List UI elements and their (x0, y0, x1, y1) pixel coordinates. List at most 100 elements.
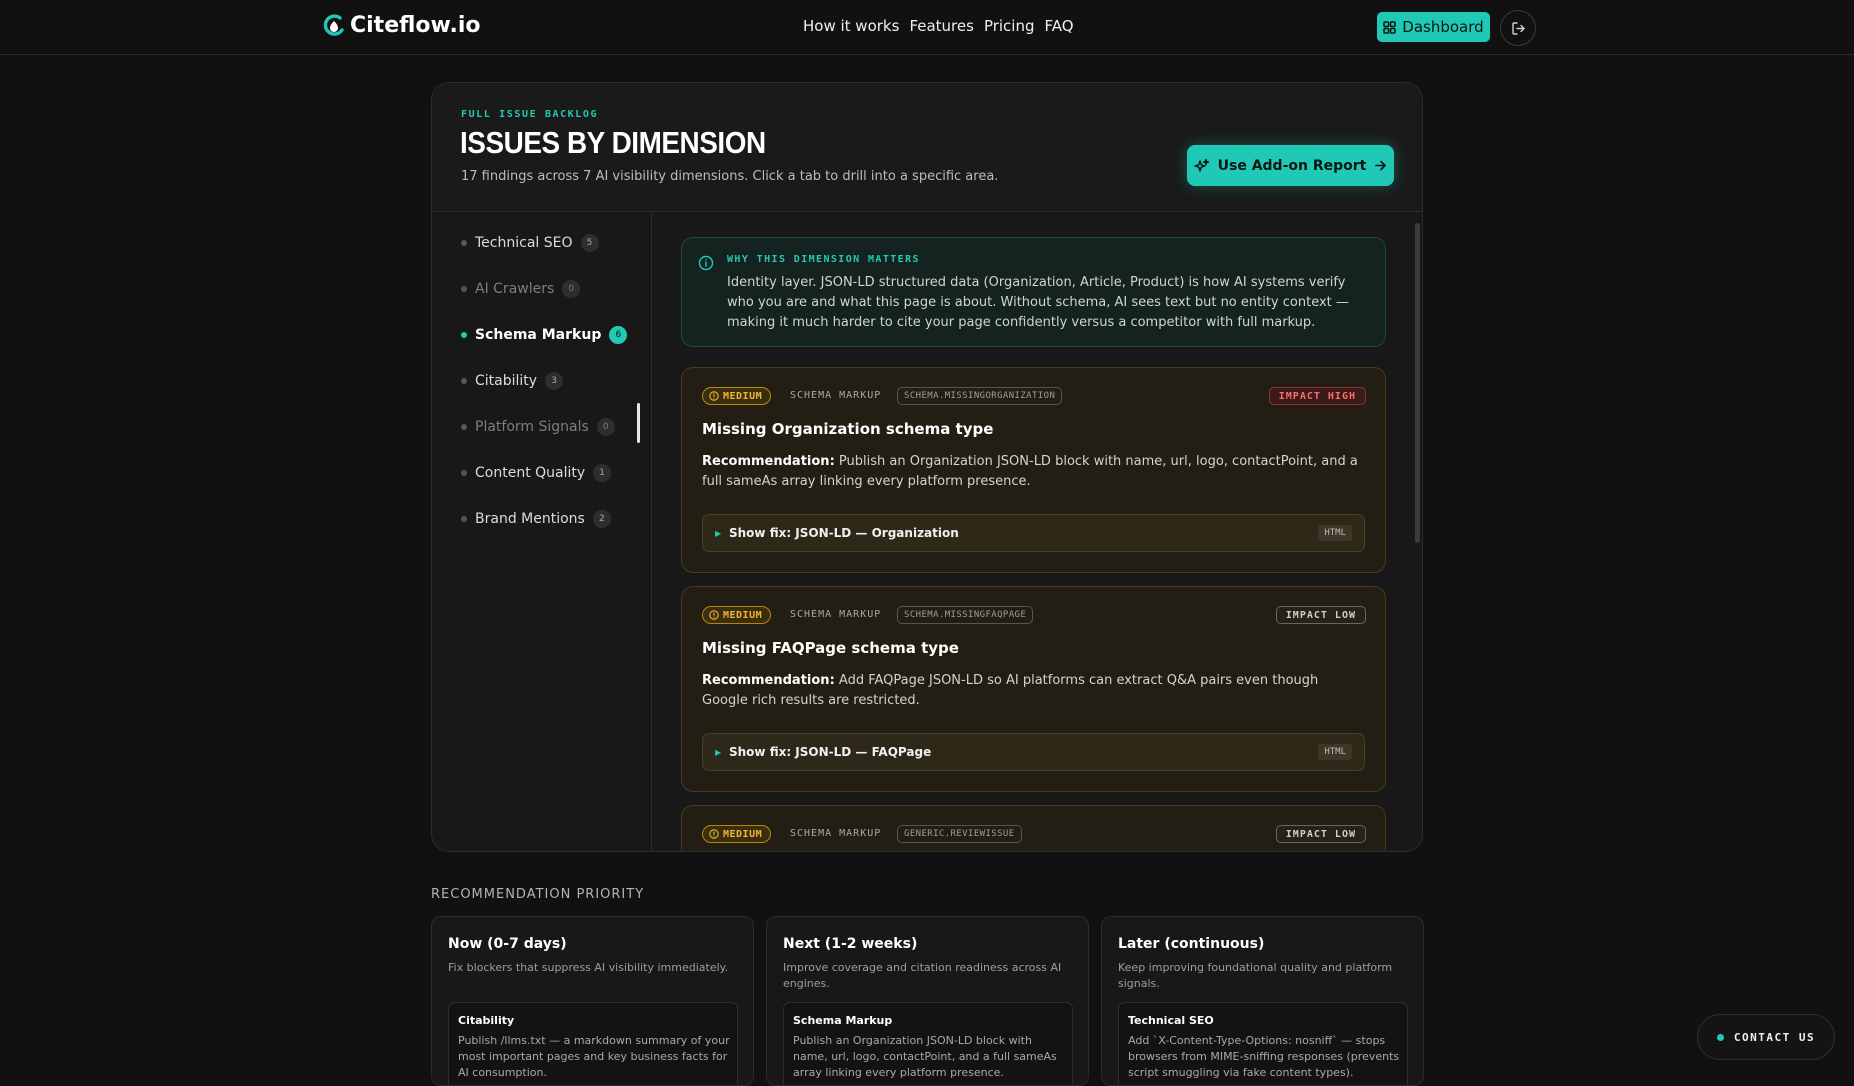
fix-label: Show fix: JSON-LD — Organization (729, 526, 959, 540)
priority-item-title: Citability (458, 1014, 515, 1027)
tab-label: Brand Mentions (475, 511, 585, 527)
panel-header: FULL ISSUE BACKLOG ISSUES BY DIMENSION 1… (432, 83, 1422, 212)
tab-label: Citability (475, 373, 538, 389)
tab-label: AI Crawlers (475, 281, 555, 297)
priority-description: Fix blockers that suppress AI visibility… (448, 961, 729, 974)
count-badge: 3 (545, 372, 564, 390)
impact-badge: IMPACT LOW (1275, 606, 1366, 624)
priority-item-text: Publish an Organization JSON-LD block wi… (793, 1034, 1057, 1079)
tab-content-quality[interactable]: Content Quality 1 (461, 461, 612, 485)
issue-code: SCHEMA.MISSINGFAQPAGE (897, 606, 1034, 624)
tab-citability[interactable]: Citability 3 (461, 369, 564, 393)
status-dot (461, 286, 467, 292)
fix-language-tag: HTML (1318, 525, 1352, 541)
issue-list: WHY THIS DIMENSION MATTERS Identity laye… (652, 212, 1412, 851)
priority-heading: RECOMMENDATION PRIORITY (431, 887, 645, 902)
fix-language-tag: HTML (1318, 744, 1352, 760)
recommendation: Recommendation: Publish an Organization … (702, 452, 1362, 492)
logo[interactable]: Citeflow.io (322, 12, 480, 38)
sparkle-icon (1193, 158, 1209, 172)
tab-brand-mentions[interactable]: Brand Mentions 2 (461, 507, 611, 531)
severity-label: MEDIUM (723, 390, 763, 402)
tab-label: Content Quality (475, 465, 586, 481)
caret-right-icon: ▶ (715, 748, 722, 757)
tab-label: Platform Signals (475, 419, 589, 435)
arrow-right-icon (1375, 160, 1387, 171)
show-fix-toggle[interactable]: ▶ Show fix: JSON-LD — FAQPage HTML (702, 733, 1365, 771)
tab-platform-signals[interactable]: Platform Signals 0 (461, 415, 615, 439)
status-dot (461, 240, 467, 246)
contact-label: CONTACT US (1733, 1030, 1816, 1044)
priority-item: Technical SEO Add `X-Content-Type-Option… (1118, 1002, 1408, 1085)
priority-description: Improve coverage and citation readiness … (783, 961, 1062, 990)
tab-ai-crawlers[interactable]: AI Crawlers 0 (461, 277, 581, 301)
recommendation-label: Recommendation: (702, 454, 835, 469)
count-badge: 6 (609, 326, 628, 344)
why-eyebrow: WHY THIS DIMENSION MATTERS (727, 254, 920, 265)
panel-subtitle: 17 findings across 7 AI visibility dimen… (461, 169, 999, 184)
use-addon-report-button[interactable]: Use Add-on Report (1187, 145, 1394, 186)
alert-circle-icon (709, 610, 719, 620)
issue-title: Missing FAQPage schema type (702, 639, 959, 657)
panel-title: ISSUES BY DIMENSION (460, 125, 766, 160)
issues-panel: FULL ISSUE BACKLOG ISSUES BY DIMENSION 1… (431, 82, 1423, 852)
dimension-tag: SCHEMA MARKUP (790, 609, 882, 620)
count-badge: 0 (562, 280, 581, 298)
priority-description: Keep improving foundational quality and … (1118, 961, 1393, 990)
severity-badge: MEDIUM (702, 606, 772, 624)
priority-card-later: Later (continuous) Keep improving founda… (1101, 916, 1424, 1086)
addon-label: Use Add-on Report (1217, 157, 1367, 174)
status-dot (461, 424, 467, 430)
logout-button[interactable] (1500, 10, 1536, 46)
logo-text: Citeflow.io (350, 12, 481, 38)
why-text: Identity layer. JSON-LD structured data … (727, 275, 1349, 330)
count-badge: 0 (596, 418, 615, 436)
logo-icon (323, 14, 344, 36)
count-badge: 1 (593, 464, 612, 482)
nav-link-features[interactable]: Features (909, 17, 974, 35)
issue-code: SCHEMA.MISSINGORGANIZATION (897, 387, 1063, 405)
issue-code: GENERIC.REVIEWISSUE (897, 825, 1022, 843)
tab-schema-markup[interactable]: Schema Markup 6 (461, 323, 628, 347)
nav-link-pricing[interactable]: Pricing (984, 17, 1035, 35)
fix-label: Show fix: JSON-LD — FAQPage (729, 745, 932, 759)
priority-title: Next (1-2 weeks) (783, 936, 918, 952)
issue-card: MEDIUM SCHEMA MARKUP SCHEMA.MISSINGORGAN… (681, 367, 1386, 573)
count-badge: 2 (592, 510, 611, 528)
priority-item: Schema Markup Publish an Organization JS… (783, 1002, 1073, 1085)
nav-link-how-it-works[interactable]: How it works (803, 17, 899, 35)
tab-label: Technical SEO (475, 235, 573, 251)
issue-card: MEDIUM SCHEMA MARKUP SCHEMA.MISSINGFAQPA… (681, 586, 1386, 792)
severity-badge: MEDIUM (702, 387, 772, 405)
info-icon (698, 255, 714, 271)
logout-icon (1511, 21, 1525, 35)
nav-link-faq[interactable]: FAQ (1045, 17, 1074, 35)
alert-circle-icon (709, 391, 719, 401)
scrollbar-thumb[interactable] (1415, 223, 1420, 543)
dashboard-label: Dashboard (1402, 18, 1484, 36)
issue-title: Missing Organization schema type (702, 420, 994, 438)
severity-label: MEDIUM (723, 609, 763, 621)
impact-badge: IMPACT HIGH (1268, 387, 1366, 405)
priority-item-text: Publish /llms.txt — a markdown summary o… (458, 1034, 730, 1079)
tab-technical-seo[interactable]: Technical SEO 5 (461, 231, 599, 255)
status-dot (1716, 1033, 1724, 1041)
active-tab-indicator (637, 403, 640, 443)
status-dot (461, 378, 467, 384)
severity-label: MEDIUM (723, 828, 763, 840)
dimension-tag: SCHEMA MARKUP (790, 828, 882, 839)
priority-item-title: Technical SEO (1128, 1014, 1214, 1027)
recommendation: Recommendation: Add FAQPage JSON-LD so A… (702, 671, 1362, 711)
severity-badge: MEDIUM (702, 825, 772, 843)
priority-card-next: Next (1-2 weeks) Improve coverage and ci… (766, 916, 1089, 1086)
dimension-tag: SCHEMA MARKUP (790, 390, 882, 401)
status-dot (461, 332, 467, 338)
show-fix-toggle[interactable]: ▶ Show fix: JSON-LD — Organization HTML (702, 514, 1365, 552)
priority-title: Now (0-7 days) (448, 936, 567, 952)
issue-card: MEDIUM SCHEMA MARKUP GENERIC.REVIEWISSUE… (681, 805, 1386, 851)
impact-badge: IMPACT LOW (1275, 825, 1366, 843)
contact-us-button[interactable]: CONTACT US (1697, 1014, 1835, 1060)
dashboard-button[interactable]: Dashboard (1377, 12, 1490, 42)
priority-item-title: Schema Markup (793, 1014, 893, 1027)
panel-eyebrow: FULL ISSUE BACKLOG (461, 109, 599, 120)
